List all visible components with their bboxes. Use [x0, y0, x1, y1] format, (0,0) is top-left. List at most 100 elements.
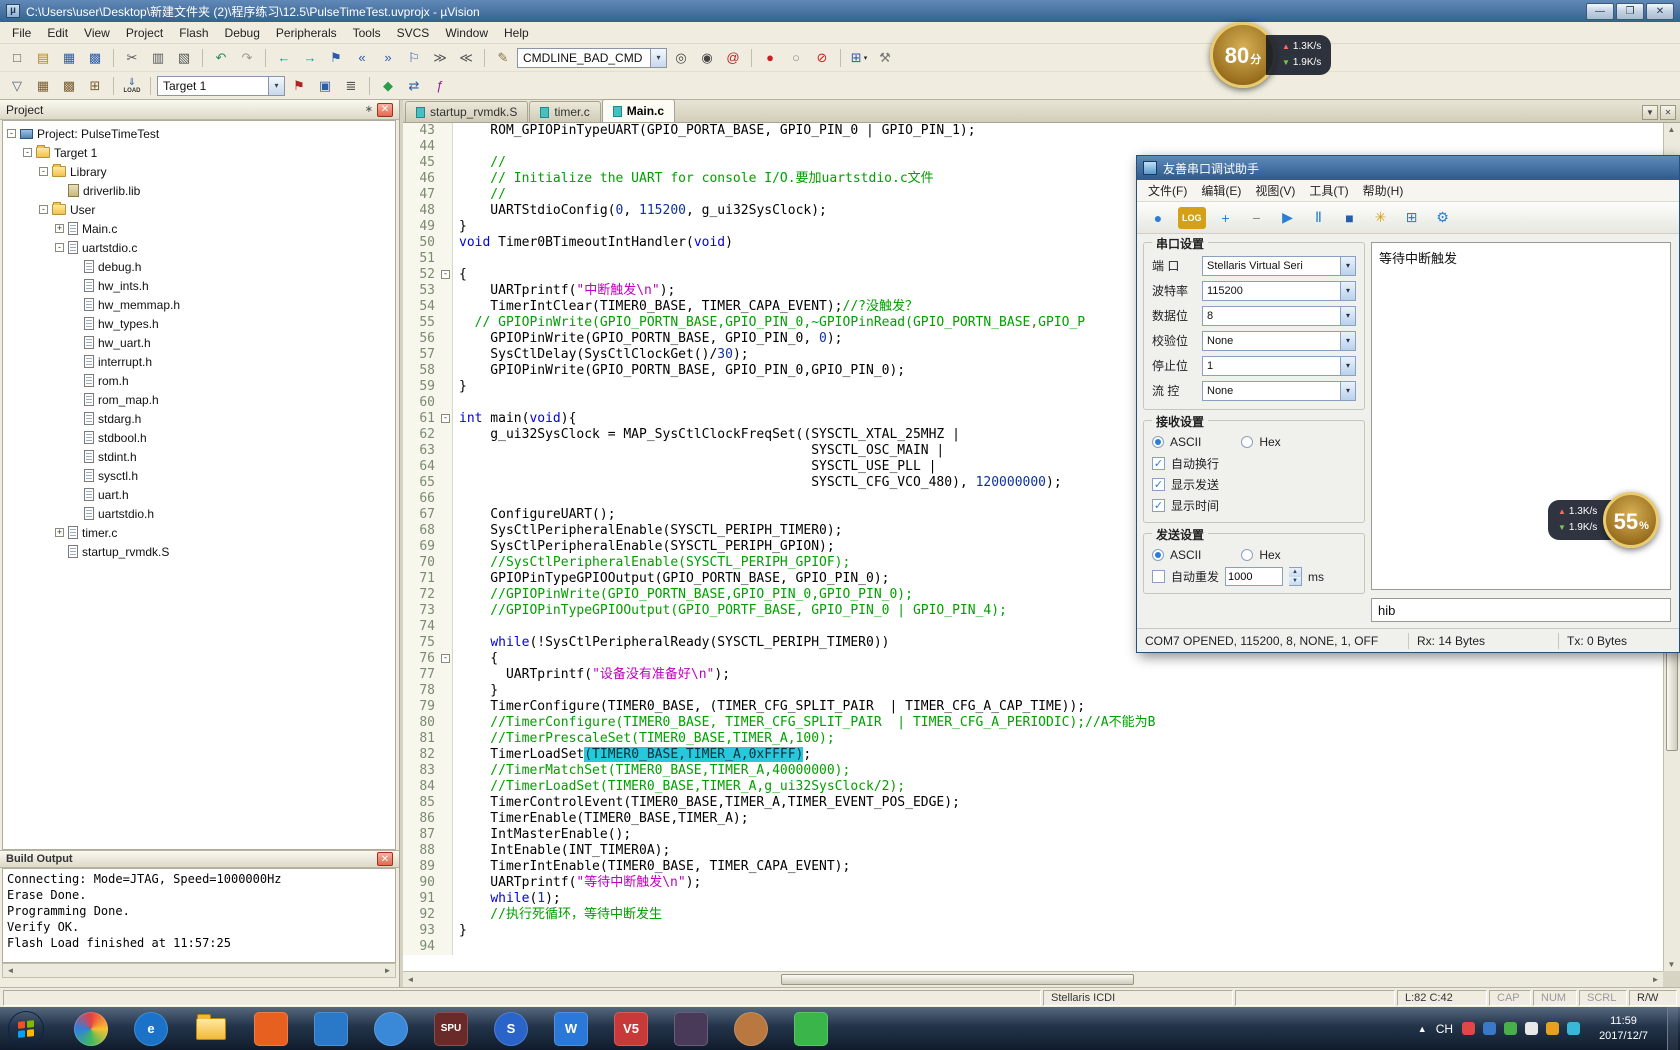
tab-main-c[interactable]: Main.c: [602, 99, 675, 122]
resend-spinner[interactable]: ▲▼: [1289, 567, 1302, 586]
tree-item[interactable]: -Library: [3, 162, 395, 181]
kill-breakpoints-icon[interactable]: ⊘: [810, 47, 834, 69]
port-setting-select[interactable]: None▾: [1202, 381, 1356, 401]
port-setting-select[interactable]: 8▾: [1202, 306, 1356, 326]
menu-debug[interactable]: Debug: [217, 23, 268, 43]
code-line[interactable]: 85 TimerControlEvent(TIMER0_BASE,TIMER_A…: [403, 795, 1663, 811]
project-close-icon[interactable]: ✕: [377, 103, 393, 117]
tree-item[interactable]: hw_memmap.h: [3, 295, 395, 314]
code-line[interactable]: 80 //TimerConfigure(TIMER0_BASE, TIMER_C…: [403, 715, 1663, 731]
serial-menu-item[interactable]: 编辑(E): [1194, 179, 1248, 202]
tree-item[interactable]: hw_uart.h: [3, 333, 395, 352]
code-line[interactable]: 77 UARTprintf("设备没有准备好\n");: [403, 667, 1663, 683]
serial-menu-item[interactable]: 工具(T): [1302, 179, 1355, 202]
serial-menu-item[interactable]: 文件(F): [1141, 179, 1194, 202]
browser-ball-icon[interactable]: [74, 1012, 108, 1046]
scroll-left-icon[interactable]: ◄: [3, 964, 18, 977]
menu-project[interactable]: Project: [118, 23, 171, 43]
serial-menu-item[interactable]: 视图(V): [1248, 179, 1302, 202]
memory-usage-overlay[interactable]: ▲1.3K/s ▼1.9K/s 55 %: [1548, 492, 1659, 548]
file-extensions-icon[interactable]: ▣: [313, 75, 337, 97]
window-layout-icon[interactable]: ⊞▾: [847, 47, 871, 69]
tray-icon-6[interactable]: [1567, 1022, 1580, 1035]
show-desktop-button[interactable]: [1667, 1007, 1678, 1050]
chevron-down-icon[interactable]: ▾: [864, 54, 868, 62]
tray-expand-icon[interactable]: ▲: [1418, 1024, 1427, 1034]
collapse-icon[interactable]: -: [55, 243, 64, 252]
input-language-indicator[interactable]: CH: [1436, 1022, 1453, 1036]
tray-icon-1[interactable]: [1462, 1022, 1475, 1035]
chevron-down-icon[interactable]: ▾: [650, 49, 666, 67]
tree-item[interactable]: debug.h: [3, 257, 395, 276]
toggle-breakpoint-icon[interactable]: ●: [758, 47, 782, 69]
tree-item[interactable]: rom.h: [3, 371, 395, 390]
tree-item[interactable]: -User: [3, 200, 395, 219]
menu-window[interactable]: Window: [437, 23, 496, 43]
tree-item[interactable]: -uartstdio.c: [3, 238, 395, 257]
code-line[interactable]: 94: [403, 939, 1663, 955]
add-port-icon[interactable]: +: [1215, 207, 1237, 229]
target-options-icon[interactable]: ⚑: [287, 75, 311, 97]
code-line[interactable]: 88 IntEnable(INT_TIMER0A);: [403, 843, 1663, 859]
sogou-icon[interactable]: S: [494, 1012, 528, 1046]
download-icon[interactable]: ⇓LOAD: [120, 75, 144, 97]
navigate-back-icon[interactable]: ←: [272, 47, 296, 69]
fold-toggle-icon[interactable]: -: [441, 270, 450, 279]
tray-icon-2[interactable]: [1483, 1022, 1496, 1035]
spu-app-icon[interactable]: SPU: [434, 1012, 468, 1046]
wangwang-icon[interactable]: [734, 1012, 768, 1046]
code-line[interactable]: 89 TimerIntEnable(TIMER0_BASE, TIMER_CAP…: [403, 859, 1663, 875]
menu-peripherals[interactable]: Peripherals: [268, 23, 345, 43]
manage-books-icon[interactable]: ≣: [339, 75, 363, 97]
tab-startup_rvmdk-s[interactable]: startup_rvmdk.S: [405, 101, 528, 122]
serial-title-bar[interactable]: 友善串口调试助手: [1137, 156, 1679, 180]
chevron-down-icon[interactable]: ▾: [268, 77, 284, 95]
menu-help[interactable]: Help: [496, 23, 537, 43]
checkbox-自动换行[interactable]: ✓: [1152, 457, 1165, 470]
radio-ascii[interactable]: [1152, 436, 1164, 448]
build-output-close-icon[interactable]: ✕: [377, 852, 393, 866]
collapse-icon[interactable]: -: [23, 148, 32, 157]
tree-item[interactable]: hw_types.h: [3, 314, 395, 333]
edit-command-icon[interactable]: ✎: [491, 47, 515, 69]
close-icon[interactable]: ✕: [1646, 3, 1674, 20]
menu-tools[interactable]: Tools: [345, 23, 389, 43]
remove-port-icon[interactable]: −: [1246, 207, 1268, 229]
checkbox-显示时间[interactable]: ✓: [1152, 499, 1165, 512]
bookmark-icon[interactable]: ⚑: [324, 47, 348, 69]
chevron-down-icon[interactable]: ▾: [1340, 282, 1355, 300]
about-icon[interactable]: ●: [1147, 207, 1169, 229]
send-input[interactable]: [1371, 598, 1671, 622]
code-line[interactable]: 44: [403, 139, 1663, 155]
ie-browser-icon[interactable]: e: [134, 1012, 168, 1046]
wps-icon[interactable]: W: [554, 1012, 588, 1046]
next-bookmark-icon[interactable]: »: [376, 47, 400, 69]
build-icon[interactable]: ▦: [31, 75, 55, 97]
menu-file[interactable]: File: [4, 23, 39, 43]
code-line[interactable]: 84 //TimerLoadSet(TIMER0_BASE,TIMER_A,g_…: [403, 779, 1663, 795]
code-line[interactable]: 87 IntMasterEnable();: [403, 827, 1663, 843]
resend-interval-input[interactable]: [1225, 567, 1283, 586]
tab-list-icon[interactable]: ▼: [1642, 105, 1658, 120]
incremental-find-icon[interactable]: @: [721, 47, 745, 69]
new-file-icon[interactable]: □: [5, 47, 29, 69]
tray-icon-4[interactable]: [1525, 1022, 1538, 1035]
chevron-down-icon[interactable]: ▾: [1340, 307, 1355, 325]
percent-badge[interactable]: 55 %: [1603, 492, 1659, 548]
chevron-down-icon[interactable]: ▾: [1340, 382, 1355, 400]
tray-icon-5[interactable]: [1546, 1022, 1559, 1035]
scroll-right-icon[interactable]: ►: [1648, 973, 1663, 986]
outdent-icon[interactable]: ≪: [454, 47, 478, 69]
tree-item[interactable]: stdint.h: [3, 447, 395, 466]
code-line[interactable]: 76- {: [403, 651, 1663, 667]
editor-hscrollbar[interactable]: ◄ ►: [403, 971, 1663, 987]
code-line[interactable]: 43 ROM_GPIOPinTypeUART(GPIO_PORTA_BASE, …: [403, 123, 1663, 139]
tree-item[interactable]: -Project: PulseTimeTest: [3, 124, 395, 143]
menu-flash[interactable]: Flash: [171, 23, 216, 43]
checkbox-显示发送[interactable]: ✓: [1152, 478, 1165, 491]
chevron-down-icon[interactable]: ▾: [1340, 332, 1355, 350]
app-orange-icon[interactable]: [254, 1012, 288, 1046]
menu-view[interactable]: View: [76, 23, 118, 43]
radio-hex[interactable]: [1241, 436, 1253, 448]
port-setting-select[interactable]: 115200▾: [1202, 281, 1356, 301]
